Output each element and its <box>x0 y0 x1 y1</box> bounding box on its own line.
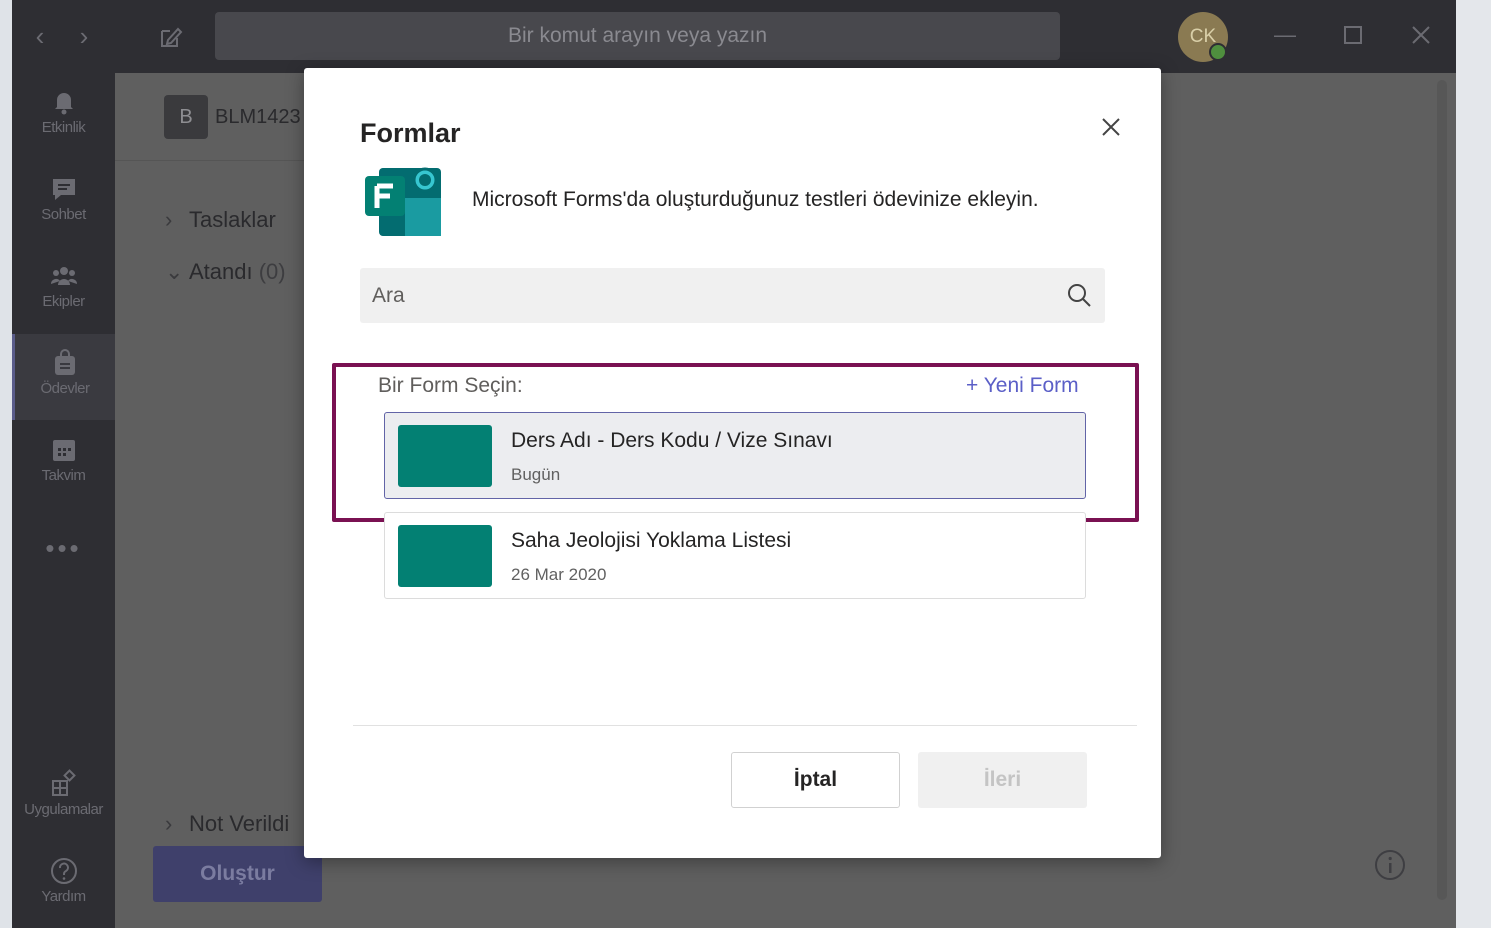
tree-item-label: Atandı <box>189 259 253 284</box>
form-thumbnail <box>398 425 492 487</box>
cancel-button[interactable]: İptal <box>731 752 900 808</box>
tree-item-assigned[interactable]: ⌄ Atandı (0) <box>165 259 286 285</box>
command-search-bar[interactable]: Bir komut arayın veya yazın <box>215 12 1060 60</box>
rail-item-help[interactable]: Yardım <box>12 842 115 928</box>
form-name: Ders Adı - Ders Kodu / Vize Sınavı <box>511 429 833 452</box>
rail-item-label: Yardım <box>41 888 86 905</box>
title-bar: ‹ › Bir komut arayın veya yazın CK — <box>12 0 1456 73</box>
dialog-title: Formlar <box>360 118 461 148</box>
teams-icon <box>50 267 77 285</box>
rail-item-apps[interactable]: Uygulamalar <box>12 755 115 841</box>
forms-dialog: Formlar Microsoft Forms'da oluşturduğunu… <box>304 68 1161 858</box>
chevron-right-icon: › <box>165 207 173 232</box>
app-rail: Etkinlik Sohbet Ekipler Ödevler Takvim •… <box>12 73 115 928</box>
microsoft-forms-logo-icon <box>365 167 441 236</box>
calendar-icon <box>52 440 75 461</box>
bell-icon <box>54 93 73 115</box>
close-icon[interactable] <box>1100 116 1122 138</box>
team-avatar: B <box>164 95 208 139</box>
dialog-description: Microsoft Forms'da oluşturduğunuz testle… <box>472 188 1039 211</box>
apps-icon <box>51 769 76 796</box>
minimize-icon[interactable]: — <box>1270 20 1300 50</box>
rail-item-activity[interactable]: Etkinlik <box>12 73 115 159</box>
close-window-icon[interactable] <box>1406 20 1436 50</box>
tree-item-graded[interactable]: › Not Verildi <box>165 811 289 837</box>
dialog-divider <box>353 725 1137 726</box>
rail-item-label: Ekipler <box>42 293 85 310</box>
maximize-icon[interactable] <box>1338 20 1368 50</box>
next-button[interactable]: İleri <box>918 752 1087 808</box>
panel-divider <box>115 160 305 161</box>
info-icon[interactable] <box>1374 849 1406 881</box>
search-icon[interactable] <box>1066 282 1092 308</box>
more-apps-icon[interactable]: ••• <box>12 533 115 564</box>
chevron-right-icon: › <box>165 811 173 836</box>
scrollbar[interactable] <box>1437 80 1447 900</box>
chevron-down-icon: ⌄ <box>165 259 184 284</box>
form-search-box <box>360 268 1105 323</box>
assigned-count: (0) <box>258 259 286 284</box>
rail-item-chat[interactable]: Sohbet <box>12 160 115 246</box>
rail-item-calendar[interactable]: Takvim <box>12 421 115 507</box>
create-button[interactable]: Oluştur <box>153 846 322 902</box>
form-name: Saha Jeolojisi Yoklama Listesi <box>511 529 792 552</box>
tree-item-label: Not Verildi <box>189 811 290 836</box>
form-list-item[interactable]: Ders Adı - Ders Kodu / Vize Sınavı Bugün <box>384 412 1086 499</box>
teams-window: ‹ › Bir komut arayın veya yazın CK — Etk… <box>12 0 1456 928</box>
rail-item-label: Sohbet <box>41 206 86 223</box>
back-arrow-icon[interactable]: ‹ <box>30 23 50 49</box>
rail-item-label: Etkinlik <box>41 119 86 136</box>
form-list-item[interactable]: Saha Jeolojisi Yoklama Listesi 26 Mar 20… <box>384 512 1086 599</box>
tree-item-label: Taslaklar <box>189 207 276 232</box>
rail-item-teams[interactable]: Ekipler <box>12 247 115 333</box>
pick-form-label: Bir Form Seçin: <box>378 374 523 397</box>
help-icon <box>50 858 77 884</box>
rail-item-label: Uygulamalar <box>24 801 103 818</box>
assignments-panel: B BLM1423 › Taslaklar ⌄ Atandı (0) › Not Ve… <box>115 73 322 928</box>
presence-status-icon <box>1209 43 1227 61</box>
form-date: 26 Mar 2020 <box>511 565 607 584</box>
tree-item-drafts[interactable]: › Taslaklar <box>165 207 276 233</box>
form-date: Bugün <box>511 465 561 484</box>
forward-arrow-icon[interactable]: › <box>74 23 94 49</box>
rail-item-label: Ödevler <box>40 380 90 397</box>
form-thumbnail <box>398 525 492 587</box>
team-name: BLM1423 <box>215 106 301 128</box>
chat-icon <box>52 179 75 200</box>
rail-item-label: Takvim <box>41 467 86 484</box>
assignments-icon <box>55 349 75 375</box>
rail-item-assignments[interactable]: Ödevler <box>12 334 115 420</box>
new-form-link[interactable]: + Yeni Form <box>966 374 1079 398</box>
form-search-input[interactable] <box>360 268 1050 323</box>
compose-icon[interactable] <box>158 24 184 50</box>
